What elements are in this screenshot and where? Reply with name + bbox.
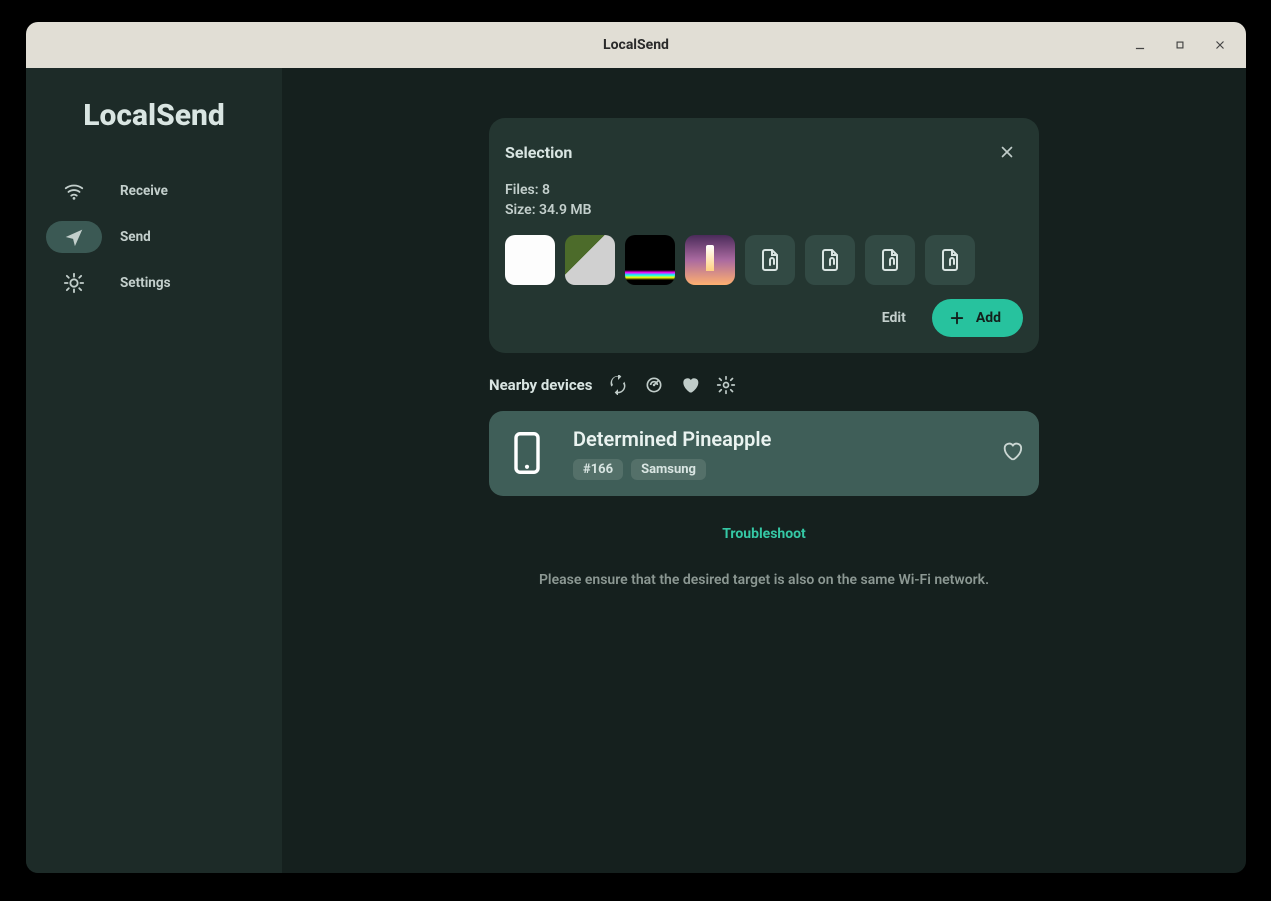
gear-icon (716, 375, 736, 395)
scan-devices-button[interactable] (644, 375, 664, 395)
sidebar-item-label: Send (120, 229, 266, 245)
nav-icon-wrap (46, 175, 102, 207)
file-thumbnails (505, 235, 1023, 285)
nearby-title: Nearby devices (489, 376, 592, 394)
sidebar: LocalSend Receive Send Settings (26, 68, 282, 873)
send-icon (63, 226, 85, 248)
edit-selection-button[interactable]: Edit (876, 302, 912, 334)
file-thumbnail[interactable] (805, 235, 855, 285)
maximize-button[interactable] (1160, 22, 1200, 68)
close-window-button[interactable] (1200, 22, 1240, 68)
app-window: LocalSend LocalSend Receive (26, 22, 1246, 873)
file-thumbnail[interactable] (685, 235, 735, 285)
file-attachment-icon (878, 248, 902, 272)
device-type-icon-wrap (505, 431, 549, 475)
minimize-icon (1133, 38, 1147, 52)
device-brand-tag: Samsung (631, 459, 706, 480)
window-title: LocalSend (603, 37, 669, 53)
sidebar-item-label: Receive (120, 183, 266, 199)
plus-icon (948, 309, 966, 327)
file-attachment-icon (758, 248, 782, 272)
nav-icon-wrap (46, 267, 102, 299)
app-title: LocalSend (26, 98, 282, 133)
sidebar-item-label: Settings (120, 275, 266, 291)
app-body: LocalSend Receive Send Settings (26, 68, 1246, 873)
favorites-button[interactable] (680, 375, 700, 395)
sidebar-item-settings[interactable]: Settings (32, 261, 276, 305)
heart-outline-icon (1001, 440, 1023, 462)
device-name: Determined Pineapple (573, 427, 977, 451)
sidebar-item-send[interactable]: Send (32, 215, 276, 259)
add-button-label: Add (976, 310, 1001, 326)
close-icon (1213, 38, 1227, 52)
sidebar-item-receive[interactable]: Receive (32, 169, 276, 213)
file-attachment-icon (818, 248, 842, 272)
file-thumbnail[interactable] (505, 235, 555, 285)
radar-icon (644, 375, 664, 395)
titlebar: LocalSend (26, 22, 1246, 68)
add-files-button[interactable]: Add (932, 299, 1023, 337)
main-content: Selection Files: 8 Size: 34.9 MB (282, 68, 1246, 873)
selection-title: Selection (505, 143, 572, 162)
device-card[interactable]: Determined Pineapple #166 Samsung (489, 411, 1039, 496)
file-attachment-icon (938, 248, 962, 272)
favorite-device-button[interactable] (1001, 440, 1023, 466)
device-info: Determined Pineapple #166 Samsung (573, 427, 977, 480)
sync-icon (608, 375, 628, 395)
refresh-devices-button[interactable] (608, 375, 628, 395)
file-thumbnail[interactable] (625, 235, 675, 285)
minimize-button[interactable] (1120, 22, 1160, 68)
file-thumbnail[interactable] (745, 235, 795, 285)
selection-stats: Files: 8 Size: 34.9 MB (505, 180, 1023, 221)
phone-icon (510, 431, 544, 475)
close-icon (998, 143, 1016, 161)
files-count: Files: 8 (505, 180, 1023, 200)
wifi-icon (63, 180, 85, 202)
nearby-devices-header: Nearby devices (489, 375, 1039, 395)
nearby-settings-button[interactable] (716, 375, 736, 395)
selection-actions: Edit Add (505, 299, 1023, 337)
window-controls (1120, 22, 1240, 68)
device-tags: #166 Samsung (573, 459, 977, 480)
gear-icon (63, 272, 85, 294)
device-id-tag: #166 (573, 459, 623, 480)
clear-selection-button[interactable] (991, 136, 1023, 168)
file-thumbnail[interactable] (865, 235, 915, 285)
troubleshoot-link[interactable]: Troubleshoot (722, 526, 806, 542)
network-hint: Please ensure that the desired target is… (539, 572, 989, 588)
files-size: Size: 34.9 MB (505, 200, 1023, 220)
file-thumbnail[interactable] (565, 235, 615, 285)
file-thumbnail[interactable] (925, 235, 975, 285)
selection-header: Selection (505, 136, 1023, 168)
heart-icon (680, 375, 700, 395)
nav-icon-wrap (46, 221, 102, 253)
selection-card: Selection Files: 8 Size: 34.9 MB (489, 118, 1039, 353)
maximize-icon (1173, 38, 1187, 52)
